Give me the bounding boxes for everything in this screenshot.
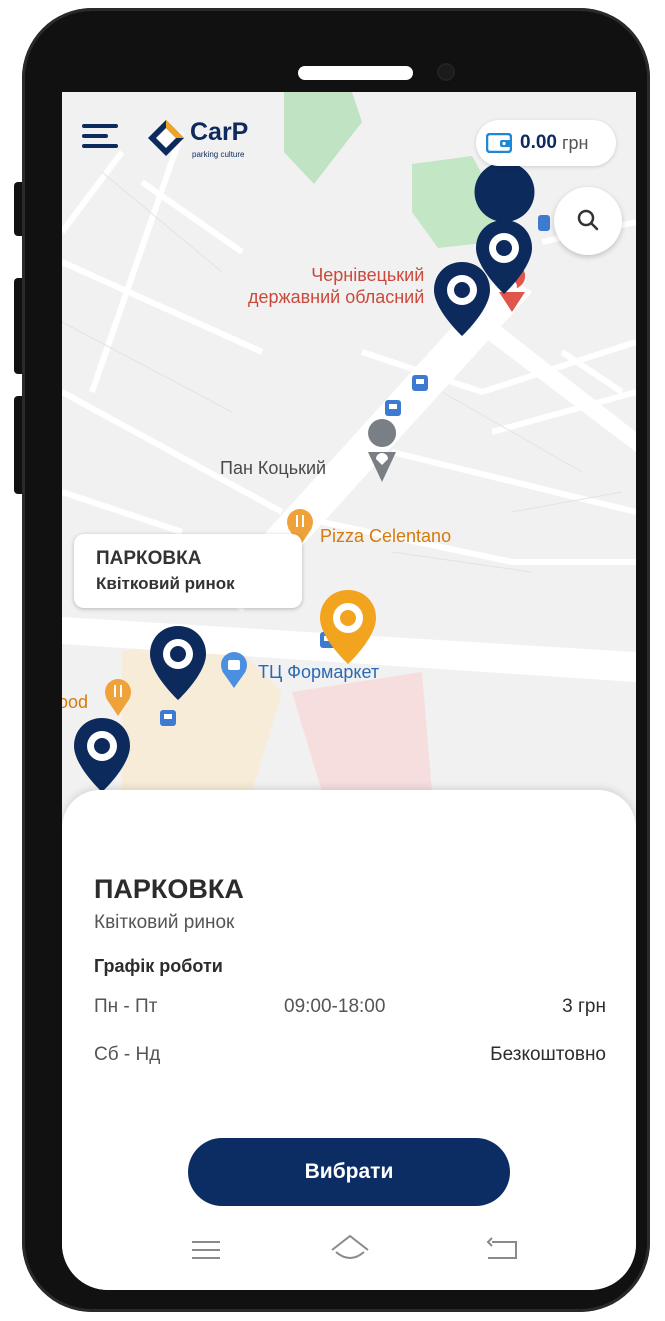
schedule-heading: Графік роботи	[94, 956, 223, 976]
bus-stop-icon	[538, 215, 550, 231]
tooltip-title: ПАРКОВКА	[96, 548, 202, 569]
search-button[interactable]	[554, 187, 622, 255]
schedule-days: Сб - Нд	[94, 1044, 161, 1065]
system-nav-bar	[62, 1218, 636, 1282]
schedule-row: Сб - Нд Безкоштовно	[94, 1044, 606, 1070]
map-label-mall: ТЦ Формаркет	[258, 662, 380, 682]
logo-tagline: parking culture	[192, 150, 245, 159]
parking-marker[interactable]	[148, 624, 208, 704]
schedule-days: Пн - Пт	[94, 996, 158, 1017]
wallet-icon	[486, 133, 512, 153]
phone-camera	[439, 65, 453, 79]
map-label-food: ood	[62, 692, 89, 712]
bus-stop-icon	[160, 710, 176, 726]
parking-marker[interactable]	[474, 162, 535, 222]
map-view[interactable]: Чернівецький державний обласний Пан Коць…	[62, 92, 636, 812]
bus-stop-icon	[385, 400, 401, 416]
back-icon[interactable]	[482, 1230, 522, 1270]
select-button[interactable]: Вибрати	[188, 1138, 510, 1206]
bus-stop-icon	[412, 375, 428, 391]
balance-currency: грн	[561, 132, 589, 153]
parking-marker[interactable]	[72, 716, 132, 796]
phone-speaker	[298, 66, 413, 80]
balance-amount: 0.00	[520, 132, 557, 153]
schedule-row: Пн - Пт 09:00-18:00 3 грн	[94, 996, 606, 1022]
tooltip-subtitle: Квітковий ринок	[96, 574, 235, 593]
logo-mark-icon	[148, 120, 184, 156]
map-label-pan-kotsky: Пан Коцький	[220, 458, 327, 478]
map-label-college: Чернівецький державний обласний	[248, 265, 425, 307]
parking-location: Квітковий ринок	[94, 912, 235, 933]
app-screen: Чернівецький державний обласний Пан Коць…	[62, 92, 636, 1290]
home-icon[interactable]	[328, 1230, 372, 1270]
parking-tooltip[interactable]: ПАРКОВКА Квітковий ринок	[74, 534, 302, 608]
map-label-pizza: Pizza Celentano	[320, 526, 452, 546]
schedule-hours: 09:00-18:00	[284, 996, 386, 1017]
hamburger-icon[interactable]	[82, 124, 118, 154]
schedule-price: Безкоштовно	[490, 1044, 606, 1065]
parking-title: ПАРКОВКА	[94, 874, 244, 904]
logo-text: CarP	[190, 118, 249, 146]
app-logo: CarP parking culture	[146, 116, 296, 162]
parking-details-sheet: ПАРКОВКА Квітковий ринок Графік роботи П…	[62, 790, 636, 1290]
wallet-balance[interactable]: 0.00 грн	[476, 120, 616, 166]
map-background	[62, 92, 636, 792]
schedule-price: 3 грн	[562, 996, 606, 1017]
parking-marker-selected[interactable]	[318, 588, 378, 668]
search-icon	[577, 209, 599, 231]
parking-marker[interactable]	[432, 260, 492, 340]
menu-lines-icon[interactable]	[186, 1230, 226, 1270]
